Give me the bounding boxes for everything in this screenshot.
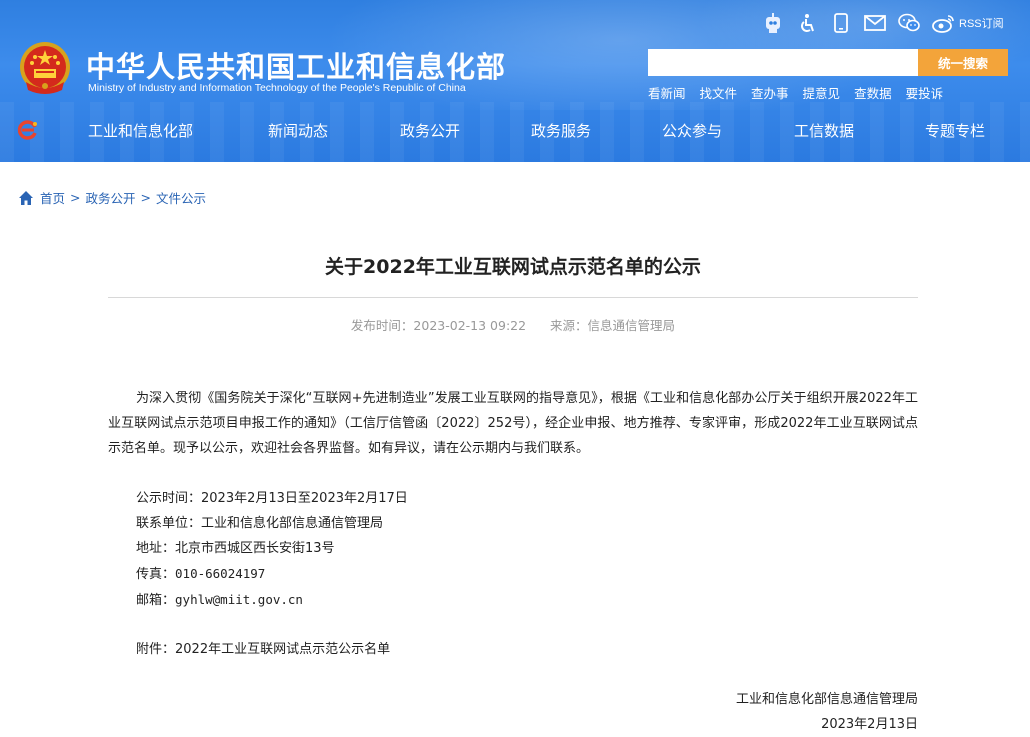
sign-organization: 工业和信息化部信息通信管理局 bbox=[735, 692, 918, 707]
robot-icon[interactable] bbox=[762, 12, 784, 34]
nav-item-gov-affairs[interactable]: 政务公开 bbox=[400, 120, 460, 141]
nav-item-public[interactable]: 公众参与 bbox=[662, 120, 722, 141]
nav-item-topics[interactable]: 专题专栏 bbox=[925, 120, 985, 141]
site-title-chinese[interactable]: 中华人民共和国工业和信息化部 bbox=[86, 44, 506, 86]
nav-item-gov-services[interactable]: 政务服务 bbox=[531, 120, 591, 141]
national-emblem-icon[interactable] bbox=[18, 40, 72, 96]
email-label: 邮箱： bbox=[136, 593, 176, 608]
breadcrumb: 首页 > 政务公开 > 文件公示 bbox=[18, 188, 206, 207]
title-divider bbox=[108, 297, 918, 298]
attachment-link[interactable]: 附件：2022年工业互联网试点示范公示名单 bbox=[136, 637, 390, 662]
accessibility-icon[interactable] bbox=[796, 12, 818, 34]
wechat-icon[interactable] bbox=[898, 12, 920, 34]
quick-links: 看新闻 找文件 查办事 提意见 查数据 要投诉 bbox=[648, 83, 957, 102]
fax-label: 传真： bbox=[136, 567, 176, 582]
quick-link-services[interactable]: 查办事 bbox=[751, 83, 789, 102]
notice-period: 公示时间：2023年2月13日至2023年2月17日 bbox=[136, 491, 408, 506]
quick-link-files[interactable]: 找文件 bbox=[700, 83, 738, 102]
nav-item-news[interactable]: 新闻动态 bbox=[268, 120, 328, 141]
site-header: 中华人民共和国工业和信息化部 Ministry of Industry and … bbox=[0, 0, 1030, 162]
publish-time: 发布时间：2023-02-13 09:22 bbox=[350, 318, 527, 333]
quick-link-feedback[interactable]: 提意见 bbox=[803, 83, 841, 102]
quick-link-complaint[interactable]: 要投诉 bbox=[906, 83, 944, 102]
contact-fax-line: 传真：010-66024197 bbox=[136, 561, 408, 587]
weibo-rss-group[interactable]: RSS订阅 bbox=[932, 12, 1004, 34]
search-button[interactable]: 统一搜索 bbox=[918, 49, 1008, 76]
contact-address: 地址：北京市西城区西长安街13号 bbox=[136, 541, 335, 556]
breadcrumb-gov-affairs[interactable]: 政务公开 bbox=[86, 188, 136, 207]
article-source: 来源：信息通信管理局 bbox=[550, 318, 676, 333]
gov-e-logo-icon[interactable] bbox=[16, 118, 40, 142]
nav-item-ministry[interactable]: 工业和信息化部 bbox=[88, 120, 193, 141]
quick-link-data[interactable]: 查数据 bbox=[854, 83, 892, 102]
breadcrumb-home[interactable]: 首页 bbox=[40, 188, 65, 207]
article-paragraph: 为深入贯彻《国务院关于深化“互联网+先进制造业”发展工业互联网的指导意见》，根据… bbox=[108, 391, 918, 456]
breadcrumb-separator: > bbox=[140, 190, 151, 205]
main-nav: 工业和信息化部 新闻动态 政务公开 政务服务 公众参与 工信数据 专题专栏 bbox=[0, 112, 1030, 150]
breadcrumb-file-notice[interactable]: 文件公示 bbox=[156, 188, 206, 207]
contact-email-line: 邮箱：gyhlw@miit.gov.cn bbox=[136, 587, 408, 613]
fax-number: 010-66024197 bbox=[175, 566, 266, 581]
top-utility-icons: RSS订阅 bbox=[762, 12, 1016, 34]
signature-block: 工业和信息化部信息通信管理局 2023年2月13日 bbox=[736, 687, 918, 737]
article-meta: 发布时间：2023-02-13 09:22 来源：信息通信管理局 bbox=[108, 315, 918, 334]
nav-item-data[interactable]: 工信数据 bbox=[794, 120, 854, 141]
article-title: 关于2022年工业互联网试点示范名单的公示 bbox=[325, 256, 701, 278]
site-title-english: Ministry of Industry and Information Tec… bbox=[88, 82, 466, 94]
quick-link-news[interactable]: 看新闻 bbox=[648, 83, 686, 102]
sign-date: 2023年2月13日 bbox=[821, 717, 918, 732]
email-address[interactable]: gyhlw@miit.gov.cn bbox=[175, 592, 303, 607]
mobile-icon[interactable] bbox=[830, 12, 852, 34]
home-icon[interactable] bbox=[18, 190, 34, 206]
breadcrumb-separator: > bbox=[70, 190, 81, 205]
rss-subscribe-link[interactable]: RSS订阅 bbox=[959, 15, 1004, 31]
contact-unit: 联系单位：工业和信息化部信息通信管理局 bbox=[136, 516, 384, 531]
contact-info: 公示时间：2023年2月13日至2023年2月17日 联系单位：工业和信息化部信… bbox=[136, 486, 408, 613]
search-input[interactable] bbox=[648, 49, 918, 76]
mail-icon[interactable] bbox=[864, 12, 886, 34]
weibo-icon[interactable] bbox=[932, 13, 956, 33]
